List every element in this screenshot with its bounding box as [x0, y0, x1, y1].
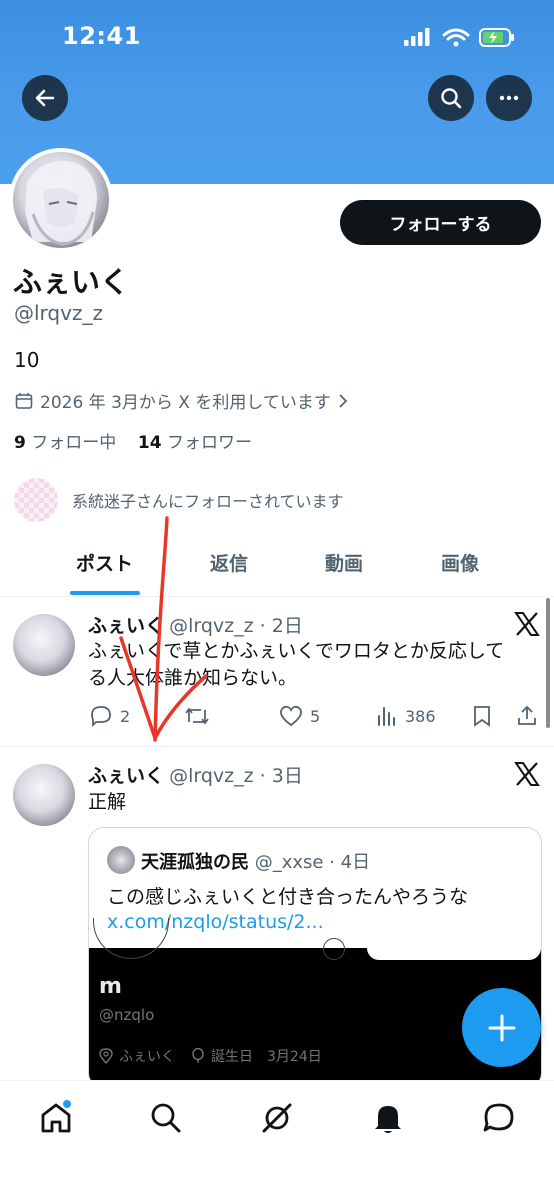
repost-button[interactable]: [183, 704, 211, 728]
share-icon: [518, 705, 536, 725]
embedded-location: ふぇいく: [119, 1049, 175, 1065]
nav-messages[interactable]: [481, 1100, 517, 1136]
like-count: 5: [310, 706, 321, 726]
following-link[interactable]: 9 フォロー中: [14, 433, 116, 453]
follow-button[interactable]: フォローする: [340, 200, 541, 245]
grok-icon: [262, 1103, 292, 1133]
bookmark-icon: [474, 706, 490, 727]
active-tab-indicator: [70, 591, 140, 595]
profile-bio: 10: [14, 348, 40, 372]
scrollbar[interactable]: [546, 598, 550, 728]
tab-posts[interactable]: ポスト: [76, 549, 133, 576]
x-logo-icon: [514, 762, 540, 786]
balloon-icon: [192, 1048, 204, 1063]
embedded-name: m: [99, 974, 122, 999]
nav-home[interactable]: [38, 1100, 74, 1136]
following-count: 9: [14, 433, 26, 453]
nav-grok[interactable]: [259, 1100, 295, 1136]
followed-by-text: 系統迷子さんにフォローされています: [72, 492, 344, 511]
reply-button[interactable]: 2: [88, 704, 130, 728]
nav-notifications[interactable]: [370, 1100, 406, 1136]
like-button[interactable]: 5: [278, 704, 320, 728]
post-author-name[interactable]: ふぇいく: [88, 615, 164, 637]
embedded-details: ふぇいく 誕生日 3月24日: [99, 1046, 322, 1066]
search-icon: [151, 1103, 181, 1133]
followers-label: フォロワー: [166, 433, 252, 453]
embedded-birthday-label: 誕生日: [211, 1049, 253, 1065]
embedded-avatar-edge: [93, 918, 169, 959]
status-icons: [404, 28, 514, 47]
post-text: ふぇいくで草とかふぇいくでワロタとか反応して る人大体誰か知らない。: [88, 638, 540, 692]
post-header: ふぇいく @lrqvz_z · 2日: [88, 611, 303, 638]
joined-date-row[interactable]: 2026 年 3月から X を利用しています: [14, 388, 349, 413]
post-text-line: る人大体誰か知らない。: [88, 667, 298, 689]
status-time: 12:41: [62, 22, 141, 50]
views-button[interactable]: 386: [375, 704, 436, 728]
location-icon: [99, 1048, 113, 1064]
profile-handle: @lrqvz_z: [14, 301, 103, 325]
embedded-icon-edge: [323, 938, 345, 960]
avatar-illustration: [25, 160, 97, 246]
tab-images[interactable]: 画像: [441, 549, 479, 576]
post-avatar[interactable]: [13, 614, 75, 676]
more-button[interactable]: [486, 75, 532, 121]
profile-display-name: ふぇいく: [13, 265, 130, 299]
share-button[interactable]: [515, 704, 539, 728]
nav-search[interactable]: [148, 1100, 184, 1136]
heart-icon: [280, 705, 302, 727]
post-header: ふぇいく @lrqvz_z · 3日: [88, 761, 303, 788]
bottom-navigation: [0, 1080, 554, 1200]
embedded-handle: @nzqlo: [99, 1006, 155, 1024]
quote-meta: @_xxse · 4日: [254, 852, 371, 873]
follower-avatar: [14, 478, 58, 522]
analytics-icon: [378, 707, 395, 726]
post-divider: [0, 746, 554, 747]
joined-text: 2026 年 3月から X を利用しています: [40, 393, 331, 413]
post-author-name[interactable]: ふぇいく: [88, 765, 164, 787]
x-logo-icon: [514, 612, 540, 636]
embedded-birthday: 3月24日: [267, 1049, 322, 1065]
profile-avatar[interactable]: [9, 148, 113, 252]
reply-count: 2: [120, 706, 131, 726]
post-meta: @lrqvz_z · 3日: [169, 765, 303, 787]
back-button[interactable]: [22, 75, 68, 121]
reply-icon: [91, 706, 111, 728]
post-text-line: ふぇいくで草とかふぇいくでワロタとか反応して: [88, 640, 505, 662]
calendar-icon: [15, 392, 33, 409]
message-icon: [483, 1103, 514, 1132]
tab-videos[interactable]: 動画: [325, 549, 363, 576]
repost-icon: [185, 707, 209, 725]
follow-counts: 9 フォロー中 14 フォロワー: [14, 428, 252, 453]
post-avatar[interactable]: [13, 764, 75, 826]
tabs-divider: [0, 596, 554, 597]
followed-by-row[interactable]: 系統迷子さんにフォローされています: [14, 478, 344, 522]
followers-link[interactable]: 14 フォロワー: [138, 433, 252, 453]
post-meta: @lrqvz_z · 2日: [169, 615, 303, 637]
chevron-right-icon: [339, 393, 348, 408]
search-icon: [441, 88, 462, 109]
plus-icon: [488, 1014, 515, 1041]
embedded-button-edge: [367, 948, 541, 960]
compose-post-button[interactable]: [462, 988, 541, 1067]
more-icon: [499, 95, 519, 101]
post-text: 正解: [88, 791, 127, 813]
bookmark-button[interactable]: [470, 704, 494, 728]
quote-author-name: 天涯孤独の民: [141, 852, 249, 873]
quote-header: 天涯孤独の民 @_xxse · 4日: [141, 848, 370, 874]
home-icon: [41, 1100, 71, 1133]
bell-icon: [375, 1106, 401, 1133]
view-count: 386: [405, 706, 436, 726]
arrow-left-icon: [35, 89, 55, 107]
search-button[interactable]: [428, 75, 474, 121]
tab-replies[interactable]: 返信: [210, 549, 248, 576]
followers-count: 14: [137, 433, 162, 453]
following-label: フォロー中: [31, 433, 117, 453]
quote-text: この感じふぇいくと付き合ったんやろうな: [107, 886, 469, 908]
quote-avatar: [107, 846, 135, 874]
